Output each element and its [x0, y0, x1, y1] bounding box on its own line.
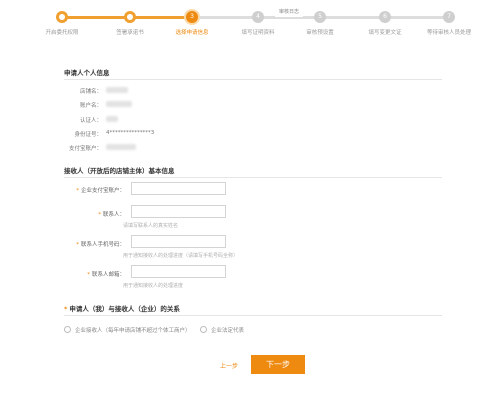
step-6-dot: 6 — [379, 11, 391, 23]
step-3-label: 选择申请信息 — [175, 30, 209, 36]
account-name-value — [106, 101, 132, 108]
step-1-label: 开启委托权限 — [45, 30, 79, 36]
required-mark: * — [64, 305, 68, 313]
account-name-label: 账户名： — [79, 103, 102, 109]
certifier-value — [106, 116, 118, 123]
relationship-title-text: 申请人（我）与接收人（企业）的关系 — [69, 305, 180, 313]
step-3-dot: 3 — [186, 11, 198, 23]
step-7-dot: 7 — [443, 11, 455, 23]
step-2-dot — [124, 11, 136, 23]
id-number-label: 身份证号： — [74, 132, 102, 138]
page: 审核日志 开启委托权限 签署承诺书 3 选择申请信息 4 填写证明资料 5 审核… — [0, 0, 500, 396]
contact-name-hint: 请填写联系人的真实姓名 — [123, 223, 179, 229]
prev-step-link[interactable]: 上一步 — [220, 361, 238, 370]
applicant-section-title: 申请人个人信息 — [64, 69, 110, 77]
required-mark: * — [87, 272, 90, 278]
redacted-account-name — [106, 101, 132, 107]
company-alipay-input[interactable] — [131, 182, 226, 195]
required-mark: * — [98, 212, 101, 218]
relationship-section-title: * 申请人（我）与接收人（企业）的关系 — [64, 303, 180, 313]
alipay-account-value — [106, 144, 136, 151]
certifier-label: 认证人： — [79, 118, 102, 124]
contact-email-label-text: 联系人邮箱： — [91, 272, 125, 278]
relationship-radio-legal-rep-label[interactable]: 企业法定代表 — [211, 326, 244, 334]
step-5-dot: 5 — [314, 11, 326, 23]
applicant-section-divider — [64, 79, 442, 80]
receiver-section-title: 接收人（开放后的店铺主体）基本信息 — [64, 167, 175, 175]
step-6-label: 填写变更文证 — [368, 30, 402, 36]
receiver-section-divider — [64, 177, 442, 178]
step-7-label: 等待审核人员处理 — [426, 30, 471, 36]
relationship-options: 企业接收人（每年申请店铺不超过个体工商户） 企业法定代表 — [0, 324, 500, 336]
step-4-dot: 4 — [252, 11, 264, 23]
redacted-shop-name — [106, 87, 128, 93]
relationship-radio-legal-rep[interactable] — [200, 326, 207, 333]
contact-phone-label-text: 联系人手机号码： — [80, 242, 125, 248]
contact-email-label: * 联系人邮箱： — [30, 270, 125, 278]
contact-name-label-text: 联系人： — [102, 212, 125, 218]
contact-email-input[interactable] — [131, 265, 226, 278]
step-5-label: 审核预设置 — [306, 30, 334, 36]
contact-name-label: * 联系人： — [30, 210, 125, 218]
company-alipay-label: * 企业支付宝账户： — [30, 186, 125, 194]
redacted-certifier — [106, 116, 118, 122]
required-mark: * — [76, 242, 79, 248]
redacted-alipay-account — [106, 144, 136, 150]
step-2-label: 签署承诺书 — [116, 30, 144, 36]
progress-stepper: 审核日志 开启委托权限 签署承诺书 3 选择申请信息 4 填写证明资料 5 审核… — [0, 8, 500, 38]
required-mark: * — [76, 188, 79, 194]
contact-email-hint: 用于通知接收人的处理进度 — [123, 283, 184, 289]
contact-phone-label: * 联系人手机号码： — [30, 240, 125, 248]
contact-name-input[interactable] — [131, 205, 226, 218]
id-number-value: 4***************3 — [106, 130, 155, 136]
company-alipay-label-text: 企业支付宝账户： — [80, 188, 125, 194]
shop-name-value — [106, 87, 128, 94]
relationship-radio-agent-label[interactable]: 企业接收人（每年申请店铺不超过个体工商户） — [75, 326, 191, 334]
contact-phone-hint: 用于通知接收人的处理进度（请填写手机号码全称） — [123, 253, 239, 259]
shop-name-label: 店铺名： — [79, 89, 102, 95]
contact-phone-input[interactable] — [131, 235, 226, 248]
stepper-badge: 审核日志 — [275, 8, 303, 17]
step-1-dot — [56, 11, 68, 23]
relationship-radio-agent[interactable] — [64, 326, 71, 333]
relationship-section-divider — [64, 315, 442, 316]
alipay-account-label: 支付宝账户： — [68, 146, 102, 152]
next-step-button[interactable]: 下一步 — [251, 355, 305, 374]
step-4-label: 填写证明资料 — [241, 30, 275, 36]
